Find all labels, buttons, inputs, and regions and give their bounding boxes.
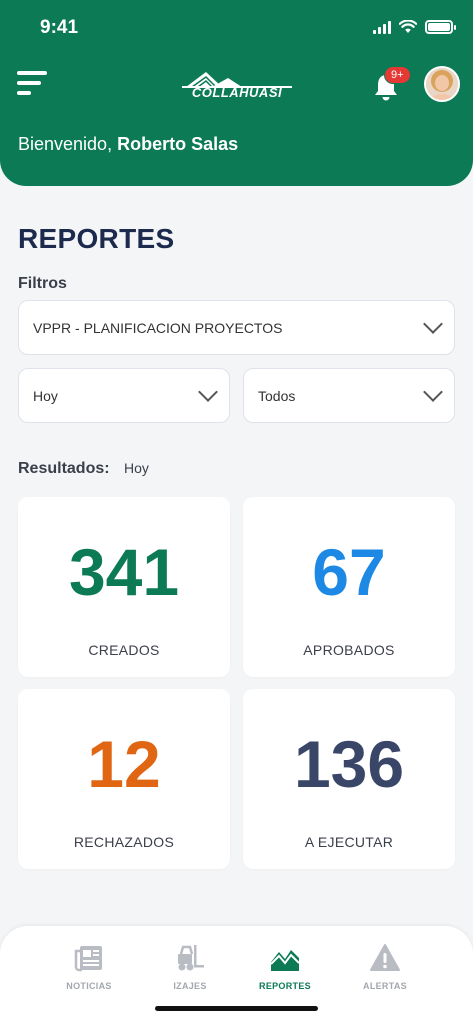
status-filter-select[interactable]: Todos xyxy=(243,368,455,423)
mountain-chart-icon xyxy=(270,950,300,971)
period-filter-value: Hoy xyxy=(33,387,58,404)
warning-icon xyxy=(370,944,400,971)
stat-value: 67 xyxy=(312,535,386,609)
user-name: Roberto Salas xyxy=(117,134,239,154)
greeting: Bienvenido, xyxy=(18,134,113,154)
stat-card-aprobados[interactable]: 67 APROBADOS xyxy=(243,497,455,677)
page-title: REPORTES xyxy=(18,223,175,254)
stat-card-a-ejecutar[interactable]: 136 A EJECUTAR xyxy=(243,689,455,869)
stat-label: CREADOS xyxy=(88,642,160,658)
tab-reportes[interactable]: REPORTES xyxy=(240,942,330,991)
tab-label: NOTICIAS xyxy=(66,981,112,991)
status-time: 9:41 xyxy=(40,17,79,38)
tab-label: IZAJES xyxy=(173,981,207,991)
stat-card-creados[interactable]: 341 CREADOS xyxy=(18,497,230,677)
status-icons xyxy=(373,20,456,34)
wifi-icon xyxy=(399,20,417,33)
results-summary: Resultados: Hoy xyxy=(18,460,149,478)
results-value: Hoy xyxy=(124,460,149,476)
newspaper-icon xyxy=(74,946,102,972)
tab-noticias[interactable]: NOTICIAS xyxy=(44,942,134,991)
tab-label: REPORTES xyxy=(259,981,311,991)
filters-label: Filtros xyxy=(18,275,67,292)
home-indicator xyxy=(155,1006,318,1011)
avatar[interactable] xyxy=(424,66,460,102)
stat-value: 341 xyxy=(68,535,180,609)
area-filter-select[interactable]: VPPR - PLANIFICACION PROYECTOS xyxy=(18,300,455,355)
forklift-icon xyxy=(178,945,204,971)
notification-badge: 9+ xyxy=(384,66,411,84)
logo-text: COLLAHUASI xyxy=(191,85,283,100)
app-header: 9:41 COLLAHUASI 9+ Bienvenido, Roberto S… xyxy=(0,0,473,186)
chevron-down-icon xyxy=(423,382,443,402)
menu-button[interactable] xyxy=(17,71,47,97)
stat-label: A EJECUTAR xyxy=(304,834,394,850)
chevron-down-icon xyxy=(423,314,443,334)
stat-card-rechazados[interactable]: 12 RECHAZADOS xyxy=(18,689,230,869)
tab-izajes[interactable]: IZAJES xyxy=(145,942,235,991)
results-label: Resultados: xyxy=(18,460,110,477)
status-filter-value: Todos xyxy=(258,387,296,404)
chevron-down-icon xyxy=(198,382,218,402)
stat-value: 136 xyxy=(293,727,405,801)
signal-icon xyxy=(373,20,391,34)
stat-value: 12 xyxy=(87,727,161,801)
tab-alertas[interactable]: ALERTAS xyxy=(340,942,430,991)
stat-label: RECHAZADOS xyxy=(73,834,175,850)
battery-icon xyxy=(425,20,456,34)
area-filter-value: VPPR - PLANIFICACION PROYECTOS xyxy=(33,319,283,336)
stat-label: APROBADOS xyxy=(303,642,395,658)
collahuasi-logo: COLLAHUASI xyxy=(182,70,292,100)
tab-label: ALERTAS xyxy=(363,981,407,991)
period-filter-select[interactable]: Hoy xyxy=(18,368,230,423)
welcome-text: Bienvenido, Roberto Salas xyxy=(18,134,238,155)
